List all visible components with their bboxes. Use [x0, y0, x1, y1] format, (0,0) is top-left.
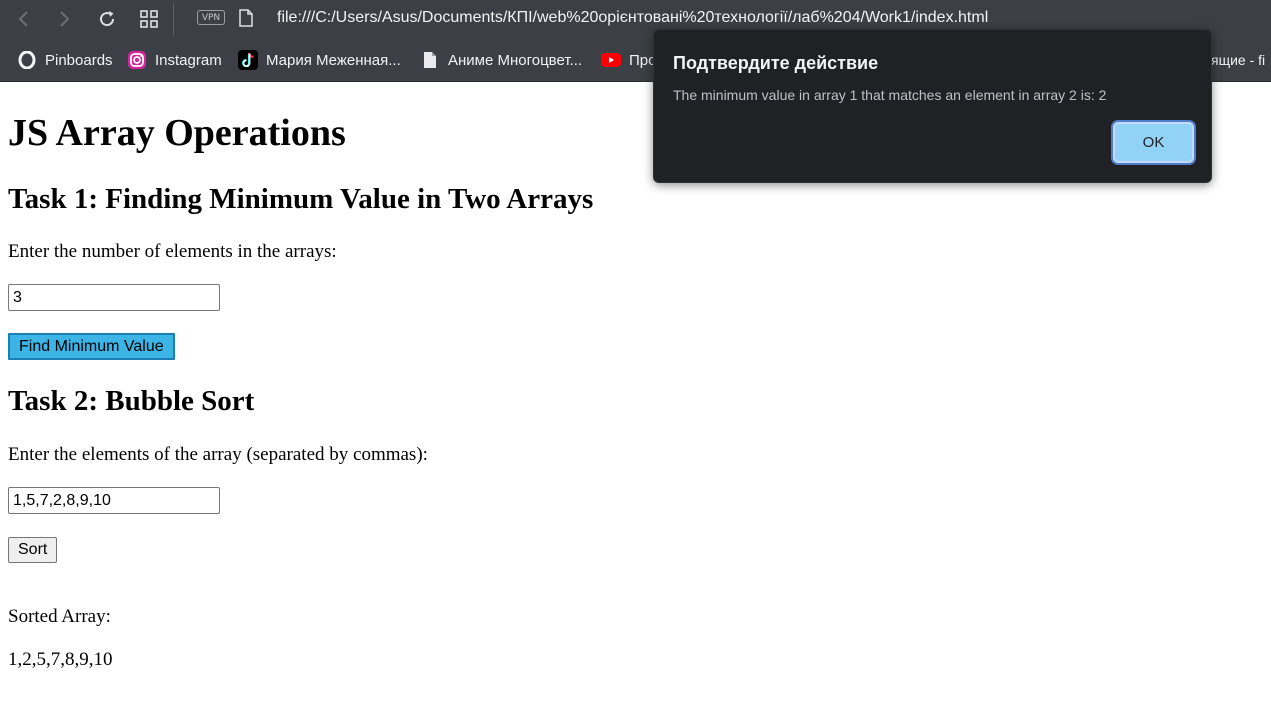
bookmark-label: Pinboards — [45, 51, 113, 69]
page-title: JS Array Operations — [8, 112, 346, 154]
bookmark-pinboards[interactable]: Pinboards — [17, 49, 113, 71]
array-elements-input[interactable] — [8, 487, 220, 514]
arrow-right-icon — [60, 11, 70, 27]
task1-prompt: Enter the number of elements in the arra… — [8, 241, 337, 262]
array-size-input[interactable] — [8, 284, 220, 311]
bookmark-anime[interactable]: Аниме Многоцвет... — [420, 49, 582, 71]
sorted-array-label: Sorted Array: — [8, 606, 111, 627]
bookmark-instagram[interactable]: Instagram — [127, 49, 222, 71]
task2-heading: Task 2: Bubble Sort — [8, 385, 255, 417]
tiktok-icon — [238, 50, 258, 70]
instagram-icon — [127, 50, 147, 70]
dialog-title: Подтвердите действие — [673, 53, 879, 73]
alert-dialog: Подтвердите действие The minimum value i… — [653, 29, 1212, 183]
file-icon — [239, 9, 253, 31]
arrow-left-icon — [18, 11, 28, 27]
toolbar-separator — [173, 3, 174, 36]
bookmark-label: Instagram — [155, 51, 222, 69]
back-button[interactable] — [11, 6, 37, 32]
grid-icon — [140, 10, 158, 28]
reload-icon — [100, 11, 115, 27]
opera-icon — [17, 50, 37, 70]
bookmark-youtube[interactable]: Про — [601, 49, 656, 71]
tabs-grid-button[interactable] — [136, 6, 162, 32]
sorted-array-result: 1,2,5,7,8,9,10 — [8, 649, 113, 670]
ok-button[interactable]: OK — [1113, 122, 1194, 163]
vpn-badge[interactable]: VPN — [197, 10, 225, 25]
dialog-message: The minimum value in array 1 that matche… — [673, 87, 1107, 103]
forward-button[interactable] — [51, 6, 77, 32]
reload-button[interactable] — [94, 6, 120, 32]
address-bar[interactable]: file:///C:/Users/Asus/Documents/КПІ/web%… — [277, 9, 988, 27]
page-icon — [420, 50, 440, 70]
youtube-icon — [601, 50, 621, 70]
sort-button[interactable]: Sort — [8, 537, 58, 563]
bookmark-label: Аниме Многоцвет... — [448, 51, 583, 69]
bookmark-label: Мария Меженная... — [266, 51, 401, 69]
task2-prompt: Enter the elements of the array (separat… — [8, 444, 428, 465]
task1-heading: Task 1: Finding Minimum Value in Two Arr… — [8, 183, 594, 215]
find-minimum-button[interactable]: Find Minimum Value — [8, 333, 175, 360]
bookmark-overflow[interactable]: ящие - fi — [1211, 49, 1271, 71]
bookmark-tiktok[interactable]: Мария Меженная... — [238, 49, 401, 71]
